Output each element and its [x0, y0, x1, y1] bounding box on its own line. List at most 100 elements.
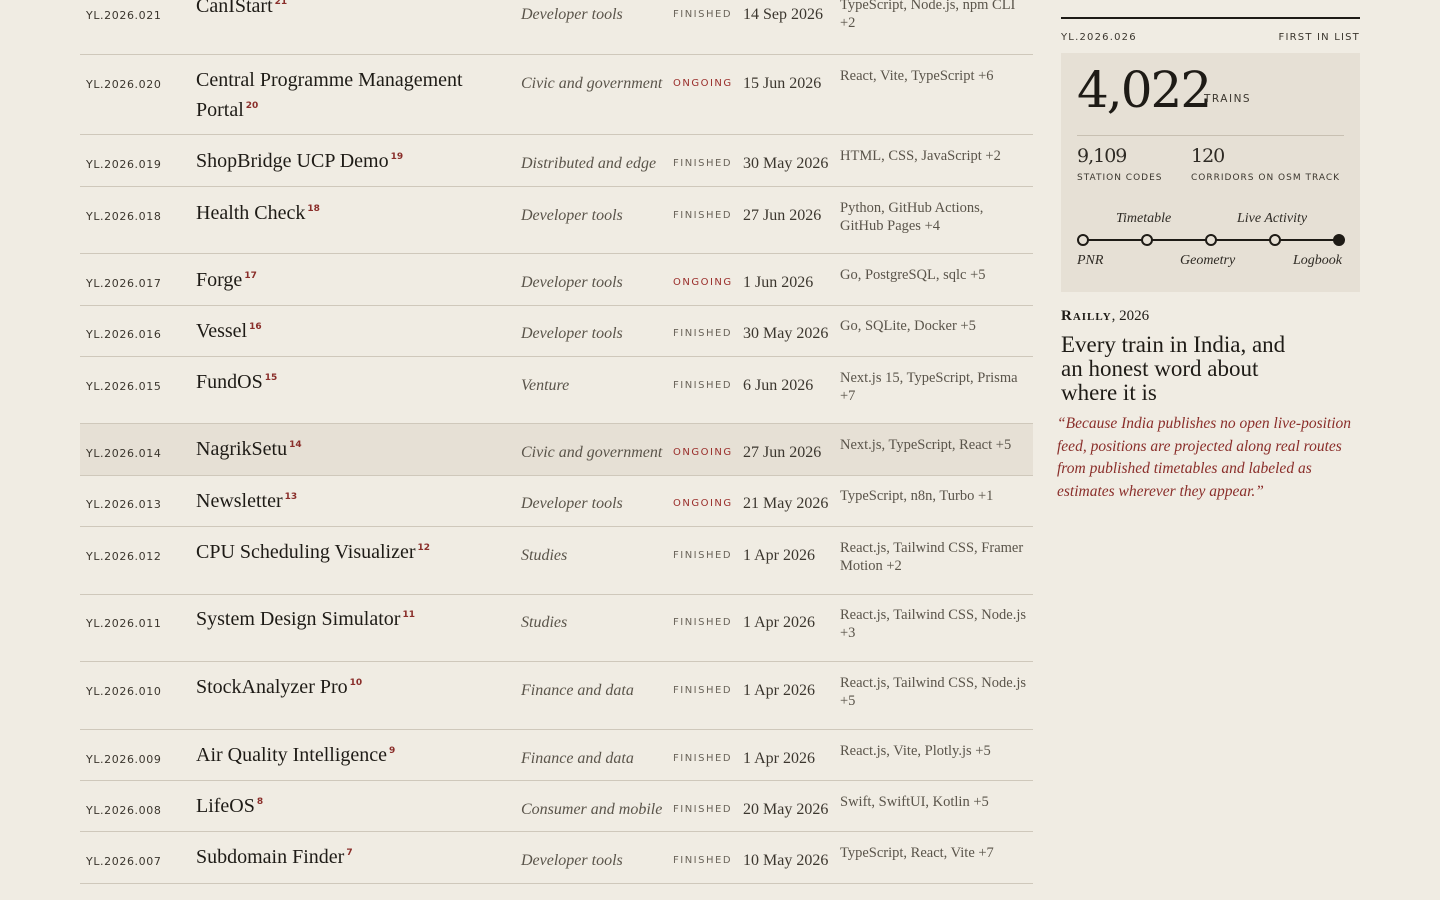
footnote-number: 14: [289, 440, 302, 451]
status-badge-text: FINISHED: [673, 158, 733, 169]
project-title-text: Vessel: [196, 320, 248, 342]
status-badge: FINISHED: [673, 158, 732, 169]
project-title[interactable]: Subdomain Finder 7: [196, 842, 514, 872]
project-id: YL.2026.016: [86, 328, 161, 341]
project-date: 1 Apr 2026: [743, 750, 815, 768]
card-divider: [1077, 135, 1344, 136]
project-category: Finance and data: [521, 682, 634, 700]
project-id: YL.2026.019: [86, 158, 161, 171]
table-row[interactable]: YL.2026.020 Central Programme Management …: [80, 55, 1033, 135]
project-category-text: Developer tools: [521, 852, 623, 869]
project-id: YL.2026.018: [86, 210, 161, 223]
table-row[interactable]: YL.2026.011 System Design Simulator 11 Stud…: [80, 595, 1033, 662]
project-stack: Next.js, TypeScript, React +5: [840, 436, 1030, 454]
status-badge: FINISHED: [673, 550, 732, 561]
project-category-text: Finance and data: [521, 750, 634, 767]
project-category: Studies: [521, 614, 567, 632]
project-category: Developer tools: [521, 207, 623, 225]
table-row[interactable]: YL.2026.009 Air Quality Intelligence 9 Fina…: [80, 730, 1033, 781]
project-category-text: Studies: [521, 614, 568, 631]
project-date-text: 6 Jun 2026: [743, 377, 814, 394]
table-row[interactable]: YL.2026.010 StockAnalyzer Pro 10 Finance an…: [80, 662, 1033, 730]
project-title[interactable]: FundOS 15: [196, 367, 514, 397]
project-category: Distributed and edge: [521, 155, 656, 173]
project-stack-text: Swift, SwiftUI, Kotlin +5: [840, 794, 989, 810]
project-stack: React.js, Vite, Plotly.js +5: [840, 742, 1030, 760]
project-stack-text: React, Vite, TypeScript +6: [840, 68, 994, 84]
project-category: Finance and data: [521, 750, 634, 768]
project-title[interactable]: Newsletter 13: [196, 486, 514, 516]
project-id: YL.2026.014: [86, 447, 161, 460]
table-row[interactable]: YL.2026.017 Forge 17 Developer tools ONGOING…: [80, 254, 1033, 306]
project-title-text: FundOS: [196, 371, 263, 393]
track-node-timetable[interactable]: [1141, 234, 1153, 246]
project-date: 21 May 2026: [743, 495, 828, 513]
footnote-number: 21: [274, 0, 288, 8]
status-badge: FINISHED: [673, 753, 732, 764]
project-title-text: CanIStart: [196, 0, 273, 17]
project-title[interactable]: LifeOS 8: [196, 791, 514, 821]
project-stack: React.js, Tailwind CSS, Node.js +5: [840, 674, 1030, 710]
project-stack: TypeScript, Node.js, npm CLI +2: [840, 0, 1030, 32]
track-node-live-activity[interactable]: [1269, 234, 1281, 246]
project-stack: HTML, CSS, JavaScript +2: [840, 147, 1030, 165]
table-row[interactable]: YL.2026.008 LifeOS 8 Consumer and mobile FIN…: [80, 781, 1033, 832]
project-stack-text: TypeScript, n8n, Turbo +1: [840, 488, 994, 504]
table-row[interactable]: YL.2026.019 ShopBridge UCP Demo 19 Distribu…: [80, 135, 1033, 187]
project-id: YL.2026.017: [86, 277, 161, 290]
table-row[interactable]: YL.2026.016 Vessel 16 Developer tools FINISH…: [80, 306, 1033, 357]
project-stack: Next.js 15, TypeScript, Prisma +7: [840, 369, 1030, 405]
project-id: YL.2026.009: [86, 753, 161, 766]
project-stack-text: Python, GitHub Actions, GitHub Pages +4: [840, 200, 984, 234]
table-row[interactable]: YL.2026.012 CPU Scheduling Visualizer 12 St…: [80, 527, 1033, 595]
status-badge-text: FINISHED: [673, 9, 733, 20]
project-title[interactable]: ShopBridge UCP Demo 19: [196, 146, 514, 176]
project-date-text: 15 Jun 2026: [743, 75, 822, 92]
project-title[interactable]: CPU Scheduling Visualizer 12: [196, 537, 514, 567]
project-title[interactable]: Health Check 18: [196, 198, 514, 228]
table-row[interactable]: YL.2026.007 Subdomain Finder 7 Developer to…: [80, 832, 1033, 884]
project-category: Civic and government: [521, 444, 662, 462]
project-date: 14 Sep 2026: [743, 6, 823, 24]
project-date: 1 Jun 2026: [743, 274, 813, 292]
table-row[interactable]: YL.2026.015 FundOS 15 Venture FINISHED 6 Jun …: [80, 357, 1033, 424]
project-date-text: 27 Jun 2026: [743, 207, 822, 224]
table-row[interactable]: YL.2026.018 Health Check 18 Developer tools…: [80, 187, 1033, 254]
project-id-text: YL.2026.012: [86, 550, 162, 563]
project-id-text: YL.2026.010: [86, 685, 162, 698]
project-title[interactable]: CanIStart 21: [196, 0, 514, 21]
project-id: YL.2026.008: [86, 804, 161, 817]
project-id-text: YL.2026.009: [86, 753, 162, 766]
project-stack: Python, GitHub Actions, GitHub Pages +4: [840, 199, 1030, 235]
project-title[interactable]: System Design Simulator 11: [196, 604, 514, 634]
project-title[interactable]: StockAnalyzer Pro 10: [196, 672, 514, 702]
status-badge: ONGOING: [673, 498, 733, 509]
status-badge: FINISHED: [673, 855, 732, 866]
track-node-logbook[interactable]: [1333, 234, 1345, 246]
featured-headline[interactable]: Every train in India, and an honest word…: [1061, 333, 1291, 405]
track-label-live-activity: Live Activity: [1237, 211, 1308, 226]
footnote-number: 7: [346, 848, 353, 859]
table-row[interactable]: YL.2026.014 NagrikSetu 14 Civic and governm…: [80, 424, 1033, 476]
track-node-pnr[interactable]: [1077, 234, 1089, 246]
status-badge-text: FINISHED: [673, 210, 733, 221]
project-category: Developer tools: [521, 6, 623, 24]
project-date-text: 30 May 2026: [743, 325, 829, 342]
table-row[interactable]: YL.2026.013 Newsletter 13 Developer tools ON…: [80, 476, 1033, 527]
project-title[interactable]: Central Programme Management Portal 20: [196, 65, 514, 125]
featured-quote: “Because India publishes no open live-po…: [1057, 415, 1352, 500]
footnote-number: 11: [402, 610, 415, 621]
project-category: Developer tools: [521, 274, 623, 292]
project-category: Civic and government: [521, 75, 662, 93]
panel-header: YL.2026.026 FIRST IN LIST: [1061, 19, 1360, 53]
project-title[interactable]: Vessel 16: [196, 316, 514, 346]
table-row[interactable]: YL.2026.021 CanIStart 21 Developer tools FIN…: [80, 0, 1033, 55]
project-category-text: Developer tools: [521, 495, 623, 512]
project-title[interactable]: Air Quality Intelligence 9: [196, 740, 514, 770]
track-node-geometry[interactable]: [1205, 234, 1217, 246]
project-date: 27 Jun 2026: [743, 444, 821, 462]
project-date: 10 May 2026: [743, 852, 828, 870]
project-title[interactable]: Forge 17: [196, 265, 514, 295]
project-id-text: YL.2026.011: [86, 617, 162, 630]
project-title[interactable]: NagrikSetu 14: [196, 434, 514, 464]
